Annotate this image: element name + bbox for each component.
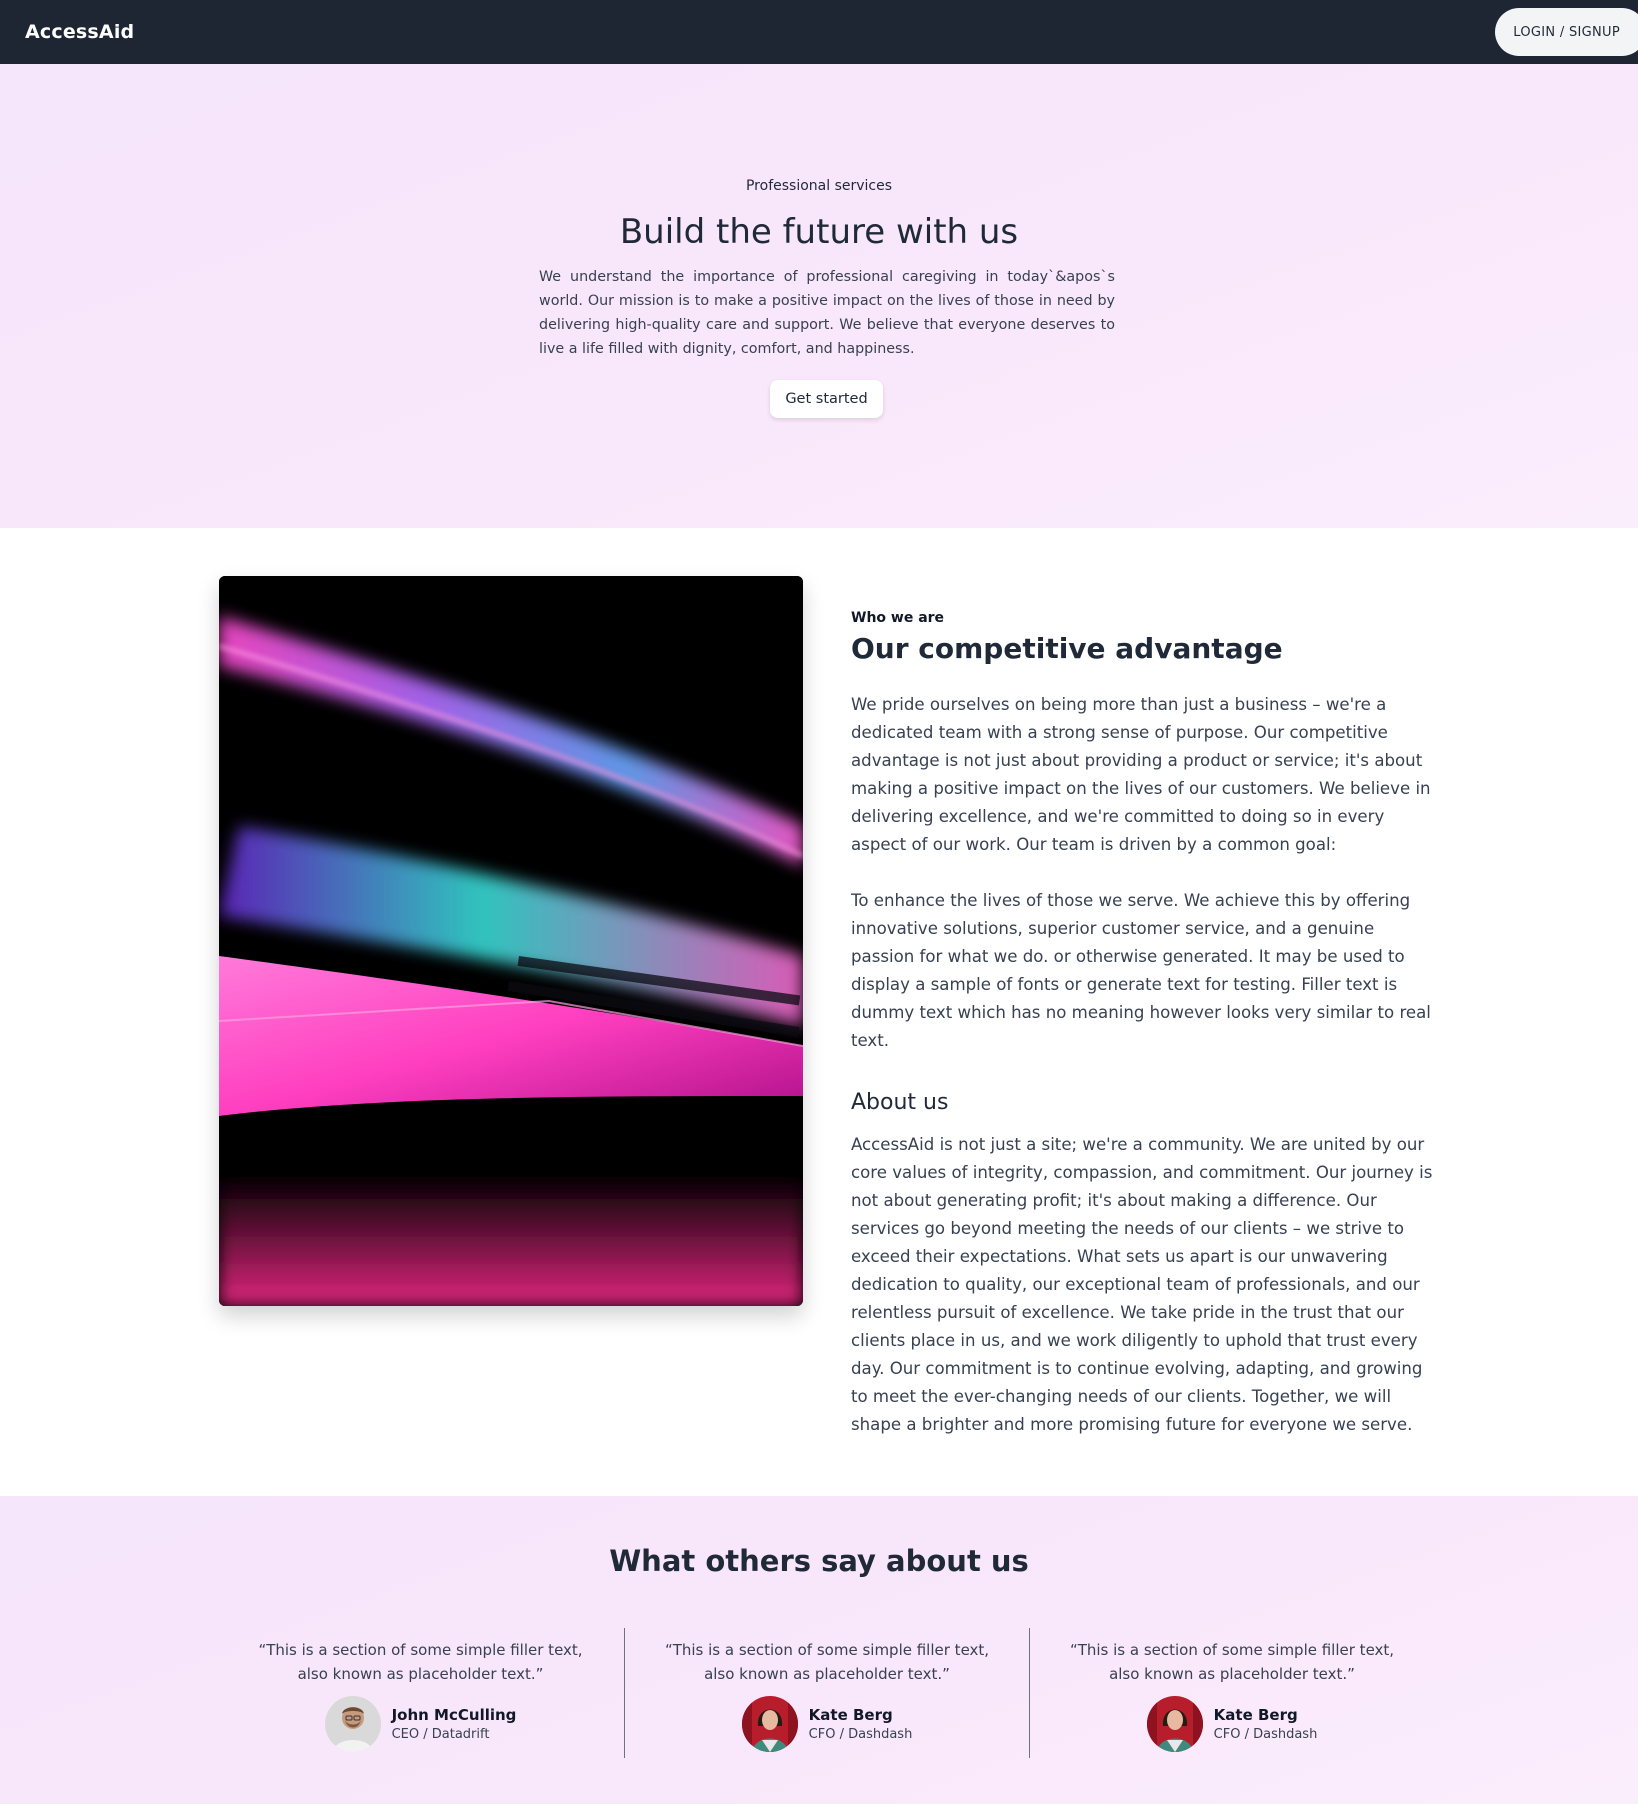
testimonial-name: John McCulling: [391, 1706, 517, 1724]
avatar: [1146, 1696, 1203, 1752]
testimonial-role: CEO / Datadrift: [391, 1727, 490, 1742]
about-paragraph-1: We pride ourselves on being more than ju…: [851, 695, 1431, 854]
testimonial-role: CFO / Dashdash: [808, 1727, 913, 1742]
testimonial-person: John McCulling CEO / Datadrift: [218, 1696, 623, 1752]
get-started-button[interactable]: Get started: [770, 380, 883, 418]
hero-description: We understand the importance of professi…: [539, 269, 1115, 357]
testimonial-name: Kate Berg: [808, 1706, 893, 1724]
about-paragraph-2: To enhance the lives of those we serve. …: [851, 891, 1431, 1050]
avatar: [324, 1696, 381, 1752]
about-title: Our competitive advantage: [851, 632, 1283, 665]
testimonial-role: CFO / Dashdash: [1213, 1727, 1318, 1742]
about-kicker: Who we are: [851, 610, 945, 626]
testimonial-quote: “This is a section of some simple filler…: [664, 1641, 990, 1683]
testimonials-section: What others say about us “This is a sect…: [0, 1496, 1638, 1804]
testimonial-card: “This is a section of some simple filler…: [218, 1628, 623, 1758]
laptop-photo-graphic: [219, 576, 803, 1306]
hero-kicker: Professional services: [745, 178, 893, 194]
about-section: Who we are Our competitive advantage We …: [851, 610, 1441, 1439]
testimonial-quote: “This is a section of some simple filler…: [258, 1641, 583, 1683]
hero-title: Build the future with us: [619, 212, 1019, 252]
testimonial-name: Kate Berg: [1213, 1706, 1298, 1724]
testimonial-person: Kate Berg CFO / Dashdash: [1030, 1696, 1434, 1752]
navbar: AccessAid LOGIN / SIGNUP: [0, 0, 1638, 64]
testimonial-person: Kate Berg CFO / Dashdash: [625, 1696, 1029, 1752]
about-us-heading: About us: [851, 1090, 949, 1115]
laptop-image: [219, 576, 803, 1306]
testimonials-title: What others say about us: [609, 1544, 1029, 1578]
brand-logo[interactable]: AccessAid: [25, 21, 134, 43]
avatar: [741, 1696, 798, 1752]
hero-section: Professional services Build the future w…: [0, 64, 1638, 528]
about-paragraph-3: AccessAid is not just a site; we're a co…: [851, 1135, 1433, 1434]
login-signup-button[interactable]: LOGIN / SIGNUP: [1495, 8, 1638, 56]
testimonial-quote: “This is a section of some simple filler…: [1069, 1641, 1395, 1683]
testimonial-card: “This is a section of some simple filler…: [1029, 1628, 1434, 1758]
testimonial-card: “This is a section of some simple filler…: [624, 1628, 1029, 1758]
